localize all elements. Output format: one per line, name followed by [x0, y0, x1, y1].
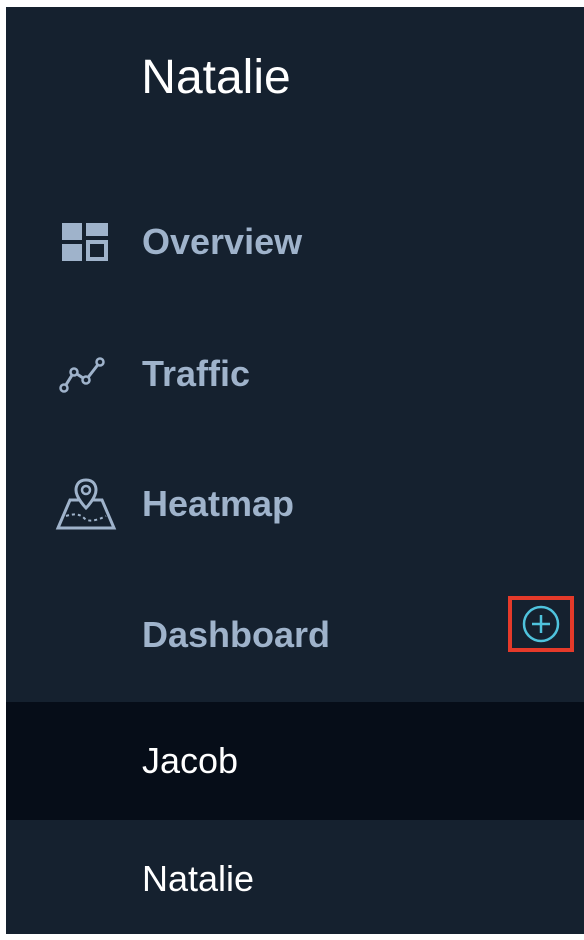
dashboard-item-label: Natalie: [142, 858, 255, 899]
sidebar-item-label: Overview: [142, 221, 303, 262]
sidebar-item-label: Traffic: [142, 353, 251, 394]
sidebar-item-label: Dashboard: [142, 614, 331, 655]
sidebar-item-label: Heatmap: [142, 483, 295, 524]
sidebar-title: Natalie: [141, 51, 291, 104]
dashboard-item-label: Jacob: [142, 740, 239, 781]
sidebar-item-heatmap[interactable]: Heatmap: [6, 472, 584, 536]
map-pin-icon: [50, 472, 122, 536]
dashboard-grid-icon: [50, 210, 122, 274]
line-chart-icon: [50, 342, 122, 406]
dashboard-item-jacob[interactable]: Jacob: [6, 702, 584, 820]
sidebar-item-dashboard: Dashboard: [6, 603, 584, 667]
sidebar-item-traffic[interactable]: Traffic: [6, 342, 584, 406]
add-circle-icon: [522, 605, 560, 643]
sidebar-item-overview[interactable]: Overview: [6, 210, 584, 274]
add-dashboard-button[interactable]: [508, 596, 574, 652]
sidebar: Natalie Overview Traffic Heatmap Dashboa…: [6, 7, 584, 934]
dashboard-item-natalie[interactable]: Natalie: [6, 820, 584, 934]
